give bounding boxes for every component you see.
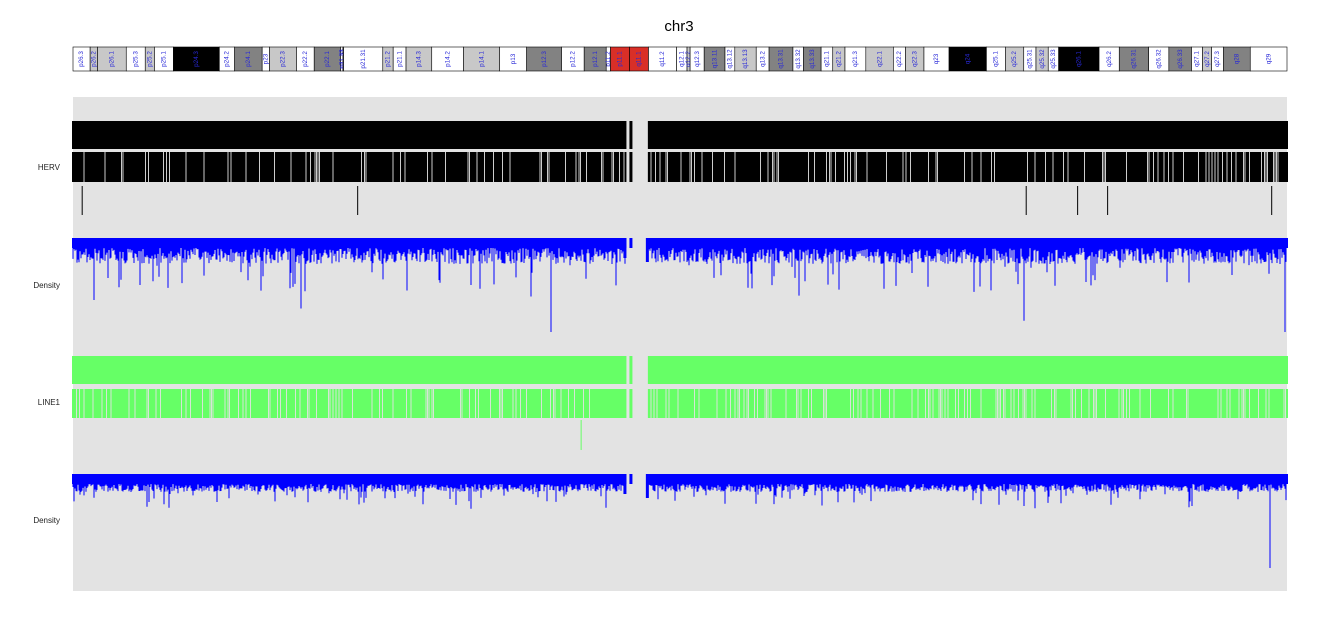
line1-density-base-centromere bbox=[629, 474, 633, 484]
herv-stripe-track-centromere bbox=[629, 152, 633, 182]
herv-stripe-track-left bbox=[72, 152, 627, 182]
track-label-line1-density: Density bbox=[33, 516, 60, 525]
herv-solid-track-right bbox=[647, 121, 1288, 149]
track-label-herv-density: Density bbox=[33, 281, 60, 290]
line1-density-centro-stub-right bbox=[645, 474, 649, 498]
line1-solid-track-centromere bbox=[629, 356, 633, 384]
line1-density-centro-stub-left bbox=[623, 474, 627, 494]
track-label-herv: HERV bbox=[37, 163, 60, 172]
herv-solid-track-centromere bbox=[629, 121, 633, 149]
track-label-line1: LINE1 bbox=[37, 398, 60, 407]
herv-solid-track-left bbox=[72, 121, 627, 149]
herv-density-centro-stub-right bbox=[645, 238, 649, 262]
herv-density-profile bbox=[72, 238, 1287, 332]
herv-density-centro-stub-left bbox=[623, 238, 627, 258]
track-plot bbox=[72, 121, 1288, 568]
line1-solid-track-left bbox=[72, 356, 627, 384]
line1-density-profile bbox=[72, 474, 1287, 568]
herv-stripe-track-right bbox=[647, 152, 1288, 182]
line1-stripe-track-centromere bbox=[629, 389, 633, 418]
line1-solid-track-right bbox=[647, 356, 1288, 384]
herv-density-base-centromere bbox=[629, 238, 633, 248]
line1-stripe-track-left bbox=[72, 389, 627, 418]
